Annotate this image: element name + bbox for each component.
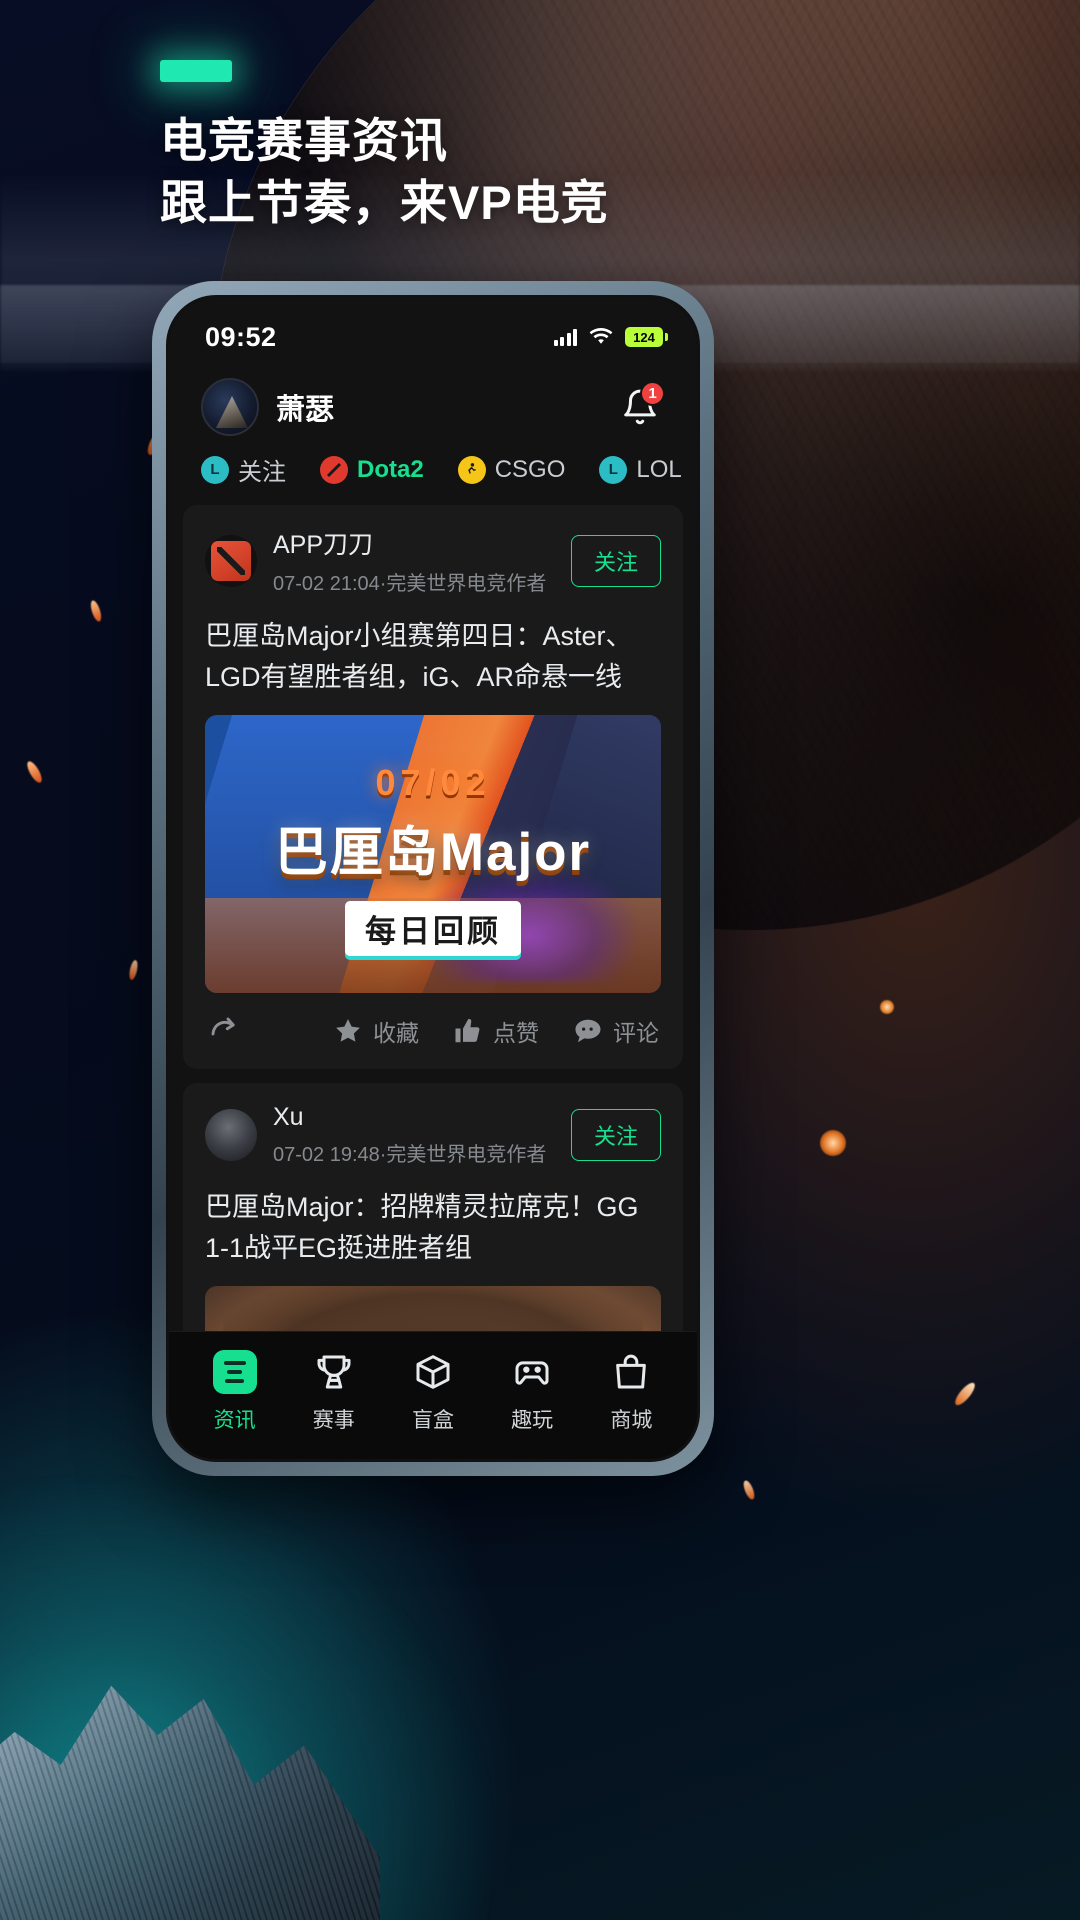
nav-item-shop[interactable]: 商城 <box>586 1349 676 1434</box>
tab-label: LOL <box>636 455 682 483</box>
notification-badge: 1 <box>640 381 665 406</box>
phone-mockup: 09:52 124 萧瑟 1 L 关注 Dota2 CSGO L LOL APP… <box>152 281 714 1476</box>
card-media-banner[interactable]: 07/02 巴厘岛Major 每日回顾 <box>205 715 661 993</box>
banner-title: 巴厘岛Major <box>274 822 592 882</box>
tab-csgo[interactable]: CSGO <box>457 455 566 484</box>
card-meta: APP刀刀 07-02 21:04·完美世界电竞作者 <box>273 525 555 596</box>
battery-icon: 124 <box>625 327 668 347</box>
nav-label: 资讯 <box>213 1409 256 1432</box>
battery-level: 124 <box>633 329 655 345</box>
gamepad-icon <box>512 1349 552 1395</box>
promo-headline: 电竞赛事资讯 跟上节奏，来VP电竞 <box>160 110 960 234</box>
news-icon <box>212 1349 257 1395</box>
thumbs-up-icon <box>455 1019 480 1043</box>
tab-dota2[interactable]: Dota2 <box>320 455 424 484</box>
card-actions: 收藏 点赞 评论 <box>205 993 661 1069</box>
phone-body: 09:52 124 萧瑟 1 L 关注 Dota2 CSGO L LOL APP… <box>166 295 700 1462</box>
card-title: 巴厘岛Major：招牌精灵拉席克！GG 1-1战平EG挺进胜者组 <box>205 1192 639 1263</box>
accent-bar <box>160 60 232 82</box>
dota2-circle-icon <box>320 455 348 484</box>
action-label: 收藏 <box>373 1020 419 1046</box>
like-action[interactable]: 点赞 <box>453 1014 539 1048</box>
feed-card[interactable]: Xu 07-02 19:48·完美世界电竞作者 关注 巴厘岛Major：招牌精灵… <box>183 1083 683 1331</box>
app-header: 萧瑟 1 <box>169 362 697 446</box>
ember-particle <box>880 1000 894 1014</box>
nav-label: 趣玩 <box>511 1409 554 1432</box>
tab-label: Dota2 <box>357 455 424 483</box>
comment-action[interactable]: 评论 <box>573 1014 659 1048</box>
banner-subtitle: 每日回顾 <box>345 901 521 957</box>
lol-circle-icon: L <box>599 455 628 484</box>
nav-item-play[interactable]: 趣玩 <box>487 1349 577 1434</box>
card-timestamp: 07-02 19:48·完美世界电竞作者 <box>273 1144 547 1166</box>
action-label: 点赞 <box>493 1020 539 1046</box>
share-icon[interactable] <box>207 1013 243 1049</box>
notification-bell-button[interactable]: 1 <box>617 381 665 430</box>
nav-item-blindbox[interactable]: 盲盒 <box>388 1349 478 1434</box>
phone-screen: 09:52 124 萧瑟 1 L 关注 Dota2 CSGO L LOL APP… <box>169 298 697 1459</box>
nav-item-matches[interactable]: 赛事 <box>289 1349 379 1434</box>
card-author: Xu <box>273 1103 304 1131</box>
follow-button[interactable]: 关注 <box>570 1109 661 1161</box>
nav-label: 赛事 <box>312 1409 355 1432</box>
wifi-icon <box>589 327 613 344</box>
tab-label: CSGO <box>494 455 566 483</box>
status-time: 09:52 <box>205 321 277 352</box>
avatar[interactable] <box>201 378 259 436</box>
status-icons: 124 <box>553 327 668 347</box>
bottom-navigation: 资讯 赛事 盲盒 趣玩 商城 <box>169 1331 697 1459</box>
status-bar: 09:52 124 <box>169 298 697 362</box>
card-media-photo[interactable]: XNOMIC EG <box>205 1286 661 1331</box>
user-block[interactable]: 萧瑟 <box>201 378 334 436</box>
box-icon <box>413 1349 453 1395</box>
card-header: Xu 07-02 19:48·完美世界电竞作者 关注 <box>205 1103 661 1183</box>
lol-circle-icon: L <box>201 455 229 484</box>
card-header: APP刀刀 07-02 21:04·完美世界电竞作者 关注 <box>205 525 661 612</box>
favorite-action[interactable]: 收藏 <box>333 1014 419 1048</box>
card-author: APP刀刀 <box>273 531 374 559</box>
tab-follow[interactable]: L 关注 <box>201 452 286 487</box>
tab-label: 关注 <box>238 459 286 486</box>
feed-card[interactable]: APP刀刀 07-02 21:04·完美世界电竞作者 关注 巴厘岛Major小组… <box>183 505 683 1069</box>
photo-thumbnail: XNOMIC EG <box>205 1286 661 1331</box>
card-action-list: 收藏 点赞 评论 <box>333 1014 659 1048</box>
news-feed[interactable]: APP刀刀 07-02 21:04·完美世界电竞作者 关注 巴厘岛Major小组… <box>169 505 697 1331</box>
trophy-icon <box>314 1349 354 1395</box>
nav-item-news[interactable]: 资讯 <box>190 1349 280 1434</box>
signal-bars-icon <box>553 328 577 346</box>
csgo-circle-icon <box>457 455 486 484</box>
comment-icon <box>575 1019 601 1043</box>
nav-label: 盲盒 <box>411 1409 454 1432</box>
username: 萧瑟 <box>276 394 335 426</box>
banner-date: 07/02 <box>375 762 491 804</box>
headline-line-2: 跟上节奏，来VP电竞 <box>160 176 609 230</box>
category-tabs: L 关注 Dota2 CSGO L LOL <box>169 446 697 505</box>
shop-bag-icon <box>611 1349 651 1395</box>
headline-line-1: 电竞赛事资讯 <box>160 114 448 167</box>
dota2-logo-icon[interactable] <box>205 534 257 587</box>
card-title: 巴厘岛Major小组赛第四日：Aster、LGD有望胜者组，iG、AR命悬一线 <box>205 621 633 692</box>
follow-button[interactable]: 关注 <box>570 534 661 587</box>
action-label: 评论 <box>613 1020 659 1046</box>
tab-lol[interactable]: L LOL <box>599 455 682 484</box>
author-avatar[interactable] <box>205 1109 257 1161</box>
card-meta: Xu 07-02 19:48·完美世界电竞作者 <box>273 1103 555 1167</box>
card-timestamp: 07-02 21:04·完美世界电竞作者 <box>273 573 547 595</box>
star-icon <box>336 1019 360 1042</box>
ember-particle <box>820 1130 846 1156</box>
nav-label: 商城 <box>610 1409 653 1432</box>
